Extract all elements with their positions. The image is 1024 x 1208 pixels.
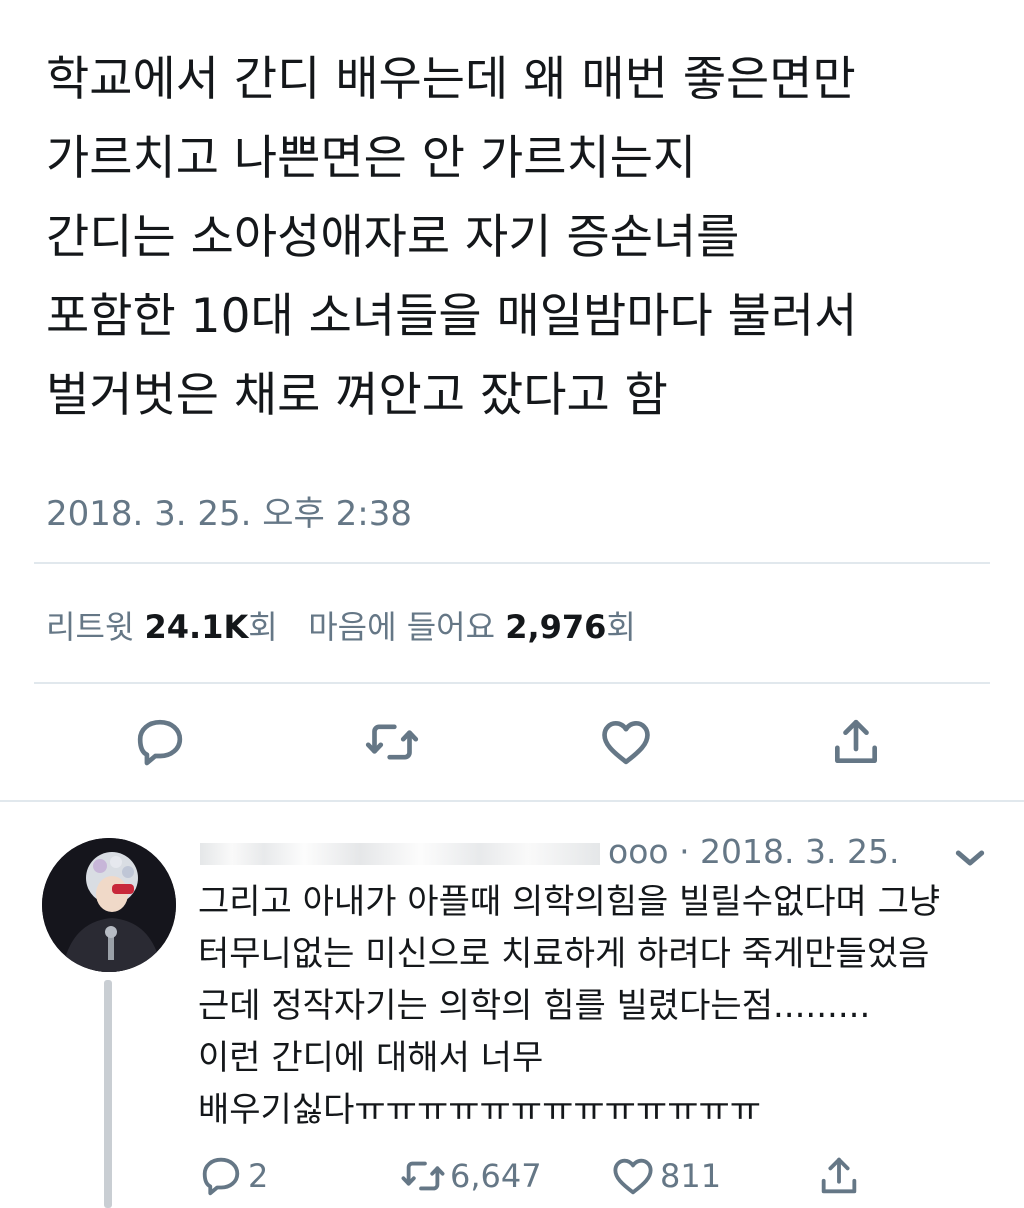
reply-reply-button[interactable]: 2	[198, 1148, 268, 1204]
tweet-text-line: 학교에서 간디 배우는데 왜 매번 좋은면만	[46, 52, 856, 107]
tweet-stats: 리트윗 24.1K회 마음에 들어요 2,976회	[46, 602, 636, 648]
section-separator	[0, 800, 1024, 802]
reply-share-button[interactable]	[816, 1148, 862, 1204]
reply-count: 2	[248, 1157, 269, 1195]
like-stat[interactable]: 마음에 들어요 2,976회	[308, 608, 636, 646]
reply-bubble-icon	[202, 1157, 240, 1196]
avatar-photo-icon	[42, 838, 176, 972]
reply-body: 그리고 아내가 아플때 의학의힘을 빌릴수없다며 그냥 터무니없는 미신으로 치…	[198, 876, 998, 1136]
retweet-count: 6,647	[450, 1157, 542, 1195]
reply-text-line: 터무니없는 미신으로 치료하게 하려다 죽게만들었음	[198, 934, 930, 974]
like-stat-suffix: 회	[606, 608, 636, 646]
tweet-text-line: 가르치고 나쁜면은 안 가르치는지	[46, 131, 697, 186]
divider	[34, 562, 990, 564]
tweet-timestamp[interactable]: 2018. 3. 25. 오후 2:38	[46, 486, 412, 535]
like-button[interactable]	[596, 712, 656, 772]
tweet-body: 학교에서 간디 배우는데 왜 매번 좋은면만 가르치고 나쁜면은 안 가르치는지…	[46, 40, 1006, 435]
thread-connector	[104, 980, 112, 1208]
share-icon	[835, 719, 877, 763]
tweet-text-line: 벌거벗은 채로 껴안고 잤다고 함	[46, 368, 668, 423]
retweet-icon	[401, 1161, 445, 1191]
reply-retweet-button[interactable]: 6,647	[400, 1148, 542, 1204]
heart-icon	[602, 721, 650, 765]
redacted-username[interactable]	[200, 842, 600, 865]
reply-text-line: 그리고 아내가 아플때 의학의힘을 빌릴수없다며 그냥	[198, 882, 941, 922]
reply-bubble-icon	[137, 719, 183, 766]
reply-text-line: 배우기싫다ㅠㅠㅠㅠㅠㅠㅠㅠㅠㅠㅠㅠㅠ	[198, 1090, 762, 1130]
reply-text-line: 근데 정작자기는 의학의 힘를 빌렸다는점.........	[198, 986, 871, 1026]
more-options-button[interactable]	[950, 838, 990, 878]
avatar[interactable]	[42, 838, 176, 972]
tweet-text-line: 간디는 소아성애자로 자기 증손녀를	[46, 210, 740, 265]
retweet-stat[interactable]: 리트윗 24.1K회	[46, 608, 278, 646]
reply-header: ooo · 2018. 3. 25.	[200, 832, 899, 871]
reply-button[interactable]	[130, 712, 190, 772]
retweet-button[interactable]	[362, 712, 422, 772]
reply-date[interactable]: · 2018. 3. 25.	[679, 832, 899, 871]
tweet-text-line: 포함한 10대 소녀들을 매일밤마다 불러서	[46, 289, 858, 344]
like-stat-label: 마음에 들어요	[308, 608, 496, 646]
like-count: 811	[660, 1157, 722, 1195]
reply-handle[interactable]: ooo	[608, 832, 669, 871]
heart-icon	[613, 1158, 653, 1195]
share-icon	[821, 1157, 857, 1194]
retweet-icon	[365, 724, 419, 760]
chevron-down-icon	[955, 850, 985, 866]
like-stat-count: 2,976	[505, 608, 607, 646]
retweet-stat-suffix: 회	[248, 608, 278, 646]
reply-like-button[interactable]: 811	[610, 1148, 721, 1204]
retweet-stat-count: 24.1K	[144, 608, 249, 646]
divider	[34, 682, 990, 684]
share-button[interactable]	[826, 712, 886, 772]
reply-text-line: 이런 간디에 대해서 너무	[198, 1038, 544, 1078]
retweet-stat-label: 리트윗	[46, 608, 135, 646]
